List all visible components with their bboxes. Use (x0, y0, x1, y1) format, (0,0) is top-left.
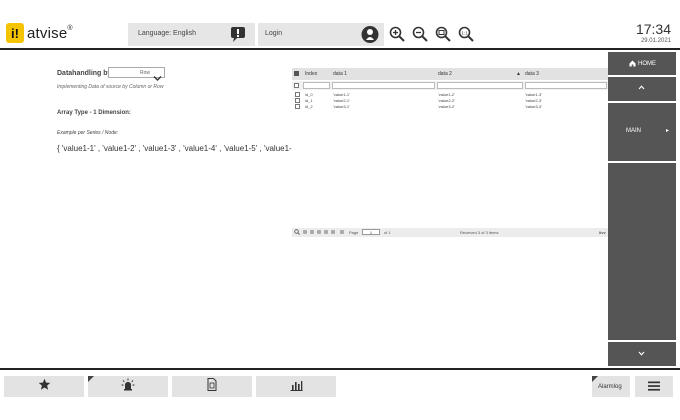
language-selector[interactable]: Language: English (128, 23, 255, 46)
zoom-fit-icon[interactable] (434, 24, 452, 44)
nav-up-button[interactable] (608, 77, 676, 101)
datahandling-label: Datahandling by: (57, 70, 114, 77)
zoom-out-icon[interactable] (411, 24, 429, 44)
cell-index: id_1 (305, 98, 313, 103)
main-button[interactable]: MAIN ▸ (608, 103, 676, 161)
table-row[interactable]: id_0 'value1-1' 'value1-2' 'value1-3' (292, 92, 608, 97)
search-icon[interactable] (294, 229, 300, 236)
chevron-down-icon (638, 351, 645, 358)
page-input[interactable]: 1 (362, 229, 380, 235)
app-root: i! atvise® Language: English Login 1:1 1… (0, 0, 680, 420)
hamburger-icon (648, 378, 660, 396)
page-label: Page (349, 230, 359, 235)
clock: 17:34 29.01.2021 (636, 21, 671, 44)
star-icon (38, 378, 51, 396)
array-type-label: Array Type - 1 Dimension: (57, 110, 131, 116)
clock-date: 29.01.2021 (640, 38, 671, 44)
corner-marker (592, 376, 598, 382)
trend-button[interactable] (256, 376, 336, 397)
main-label: MAIN (626, 128, 641, 134)
cell-data3: 'value2-3' (525, 98, 542, 103)
alarmlog-button[interactable]: Alarmlog (592, 376, 630, 397)
speech-bubble-icon (229, 26, 247, 48)
select-all-checkbox[interactable] (294, 71, 299, 76)
first-page-icon[interactable] (303, 230, 307, 234)
home-button[interactable]: HOME (608, 52, 676, 75)
grid-pager: Page 1 of 1 Received 3 of 3 items live (292, 228, 608, 237)
cell-data2: 'value3-2' (438, 104, 455, 109)
cell-data3: 'value3-3' (525, 104, 542, 109)
chevron-right-icon: ▸ (666, 128, 670, 134)
cell-data2: 'value1-2' (438, 92, 455, 97)
document-button[interactable] (172, 376, 252, 397)
example-value: { 'value1-1' , 'value1-2' , 'value1-3' ,… (57, 144, 303, 153)
column-header-data1[interactable]: data 1 (333, 71, 347, 77)
page-of-label: of 1 (384, 230, 391, 235)
nav-down-button[interactable] (608, 342, 676, 366)
last-page-icon[interactable] (331, 230, 335, 234)
filter-checkbox[interactable] (294, 83, 299, 88)
next-page-icon[interactable] (324, 230, 328, 234)
cell-data2: 'value2-2' (438, 98, 455, 103)
user-icon[interactable] (361, 25, 379, 49)
prev-page-icon[interactable] (310, 230, 314, 234)
login-field[interactable]: Login (258, 23, 384, 46)
column-header-data2[interactable]: data 2 (438, 71, 452, 77)
alarmlog-label: Alarmlog (598, 384, 622, 390)
logo: i! atvise® (6, 23, 73, 43)
cell-data1: 'value1-1' (333, 92, 350, 97)
login-label: Login (265, 30, 283, 37)
row-checkbox[interactable] (295, 98, 300, 103)
language-label: Language: English (138, 30, 196, 37)
table-row[interactable]: id_2 'value3-1' 'value3-2' 'value3-3' (292, 104, 608, 109)
alarm-button[interactable] (88, 376, 168, 397)
zoom-reset-icon[interactable]: 1:1 (457, 24, 475, 44)
add-row-icon[interactable] (317, 230, 321, 234)
logo-mark: i! (6, 23, 24, 43)
data-grid: Index data 1 data 2 ▲ data 3 id_0 'value… (292, 68, 608, 238)
cell-index: id_0 (305, 92, 313, 97)
sort-asc-icon: ▲ (516, 71, 521, 77)
filter-input-data1[interactable] (332, 82, 435, 89)
received-status: Received 3 of 3 items (460, 230, 499, 235)
refresh-icon[interactable] (340, 230, 344, 234)
filter-input-index[interactable] (303, 82, 330, 89)
corner-marker (88, 376, 94, 382)
example-label: Example per Series / Node: (57, 130, 119, 136)
bar-chart-icon (290, 378, 303, 396)
chevron-up-icon (638, 85, 645, 92)
bottom-bar: Alarmlog (0, 368, 680, 420)
datahandling-value: Row (139, 70, 150, 76)
datahandling-hint: Implementing Data of source by Column or… (57, 84, 164, 90)
home-icon (629, 60, 636, 69)
datahandling-select[interactable]: Row (108, 67, 165, 81)
grid-filter-row (292, 81, 608, 90)
clock-time: 17:34 (635, 21, 671, 37)
cell-data3: 'value1-3' (525, 92, 542, 97)
column-header-index[interactable]: Index (305, 71, 317, 77)
favorites-button[interactable] (4, 376, 84, 397)
document-icon (207, 377, 217, 396)
svg-text:1:1: 1:1 (461, 30, 468, 35)
home-label: HOME (638, 61, 656, 67)
logo-text: atvise® (27, 24, 73, 42)
table-row[interactable]: id_1 'value2-1' 'value2-2' 'value2-3' (292, 98, 608, 103)
header: i! atvise® Language: English Login 1:1 1… (0, 0, 680, 50)
cell-data1: 'value3-1' (333, 104, 350, 109)
row-checkbox[interactable] (295, 92, 300, 97)
cell-data1: 'value2-1' (333, 98, 350, 103)
cell-index: id_2 (305, 104, 313, 109)
menu-button[interactable] (635, 376, 673, 397)
pager-tail: live (599, 230, 606, 235)
filter-input-data3[interactable] (525, 82, 607, 89)
alarm-light-icon (121, 378, 135, 396)
column-header-data3[interactable]: data 3 (525, 71, 539, 77)
row-checkbox[interactable] (295, 104, 300, 109)
zoom-in-icon[interactable] (388, 24, 406, 44)
grid-header: Index data 1 data 2 ▲ data 3 (292, 68, 608, 80)
nav-empty-panel (608, 163, 676, 340)
filter-input-data2[interactable] (437, 82, 523, 89)
